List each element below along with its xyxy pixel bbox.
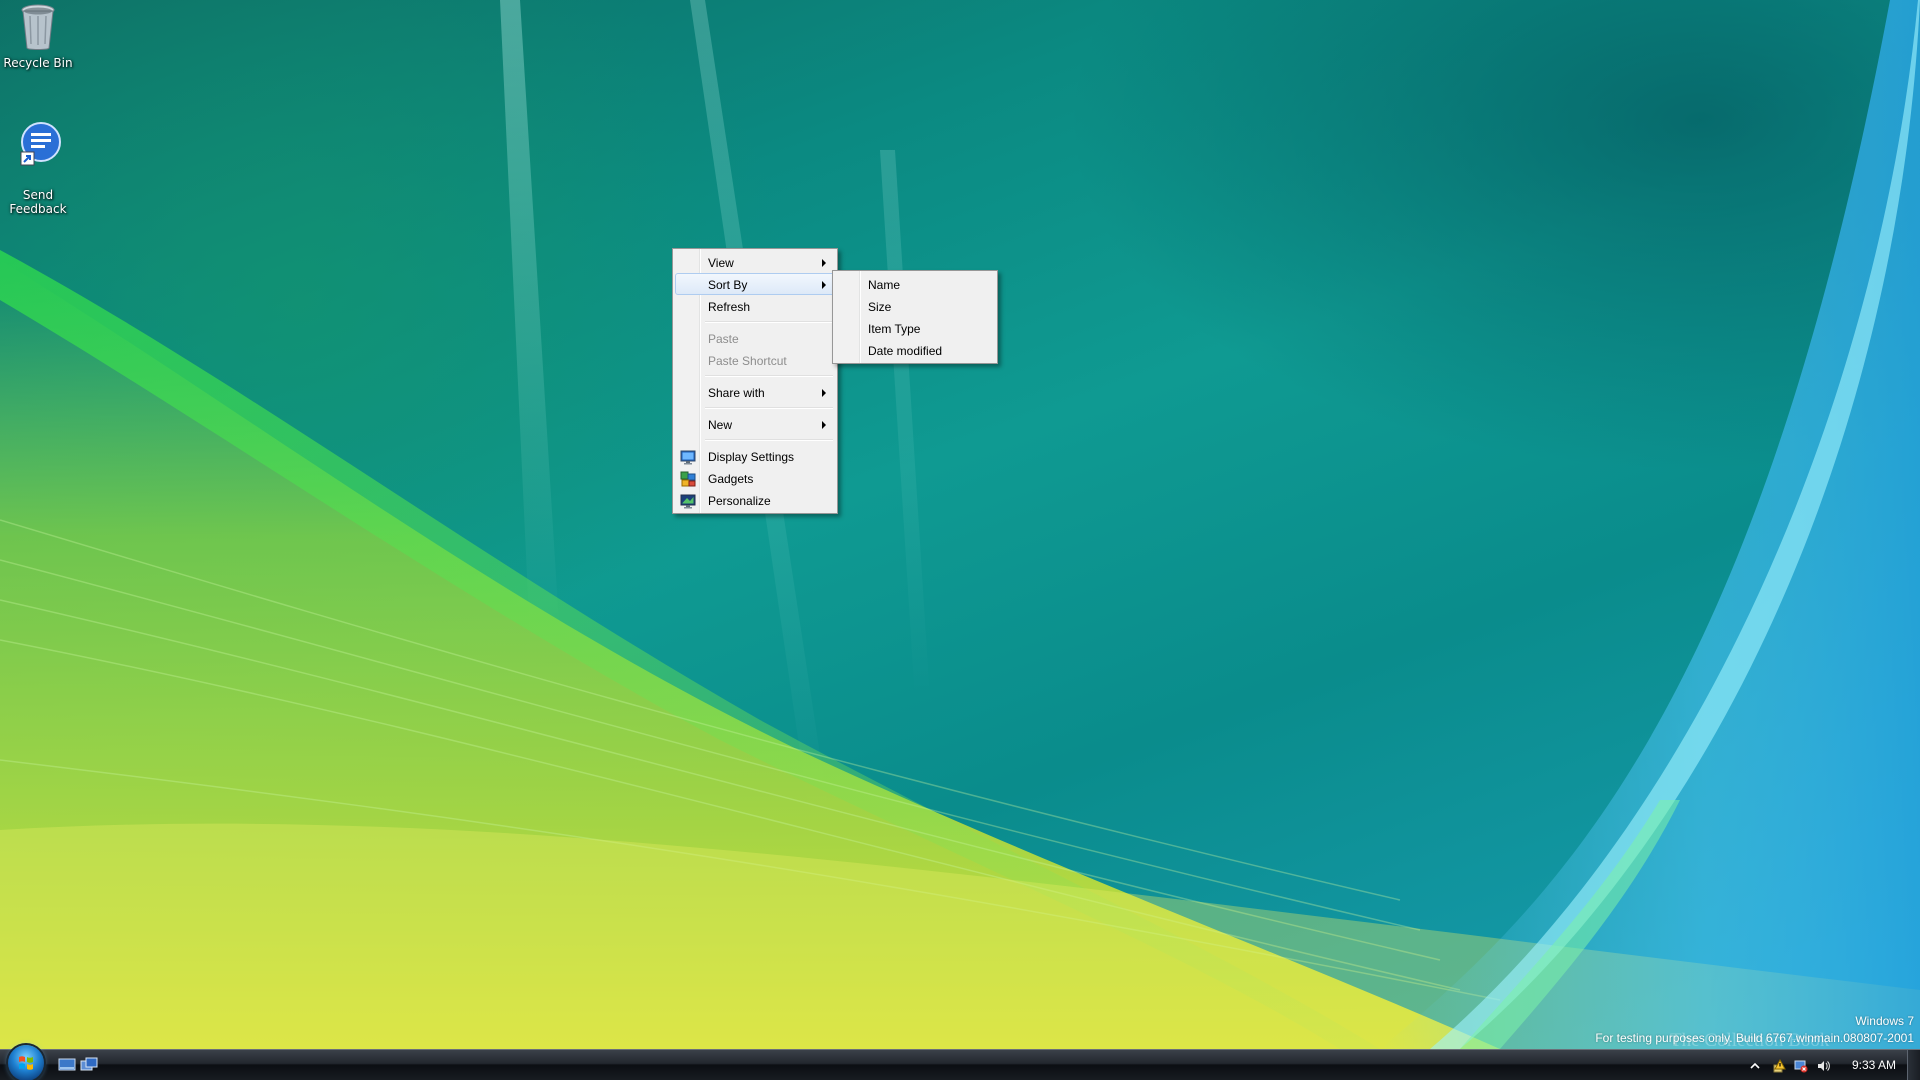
submenu-arrow-icon [822,389,826,397]
gadgets-icon [680,471,696,487]
menu-item-paste: Paste [675,327,835,349]
desktop-icon-label: Send Feedback [9,188,67,216]
sort-by-name[interactable]: Name [835,273,995,295]
sort-by-size[interactable]: Size [835,295,995,317]
sort-by-submenu: Name Size Item Type Date modified [832,270,998,364]
network-status-icon[interactable] [1794,1058,1808,1073]
sort-by-item-type[interactable]: Item Type [835,317,995,339]
taskbar[interactable] [0,1049,1920,1080]
menu-item-display-settings[interactable]: Display Settings [675,445,835,467]
menu-separator [705,407,833,409]
show-desktop-quicklaunch-icon[interactable] [58,1057,76,1073]
action-center-warning-icon[interactable] [1772,1058,1786,1073]
menu-separator [705,321,833,323]
tray-overflow-chevron-icon[interactable] [1748,1058,1762,1072]
submenu-arrow-icon [822,421,826,429]
volume-icon[interactable] [1816,1058,1830,1072]
send-feedback-icon [20,122,61,166]
start-button[interactable] [8,1045,44,1080]
desktop-context-menu: View Sort By Refresh Paste Paste Shortcu… [672,248,838,514]
menu-item-label: Share with [708,386,765,400]
menu-item-label: Personalize [708,494,771,508]
display-settings-icon [680,450,696,465]
menu-item-label: Name [868,278,901,292]
desktop-icon-recycle-bin[interactable]: Recycle Bin [0,2,76,70]
menu-item-label: Date modified [868,344,943,358]
menu-item-label: Paste Shortcut [708,354,787,368]
sort-by-date-modified[interactable]: Date modified [835,339,995,361]
taskbar-clock[interactable]: 9:33 AM [1852,1058,1896,1072]
menu-item-label: Refresh [708,300,751,314]
submenu-arrow-icon [822,259,826,267]
desktop[interactable]: Recycle Bin Send Feedback View Sort By R… [0,0,1920,1080]
show-desktop-button[interactable] [1907,1050,1920,1080]
menu-item-sort-by[interactable]: Sort By [675,273,835,295]
menu-item-refresh[interactable]: Refresh [675,295,835,317]
menu-item-personalize[interactable]: Personalize [675,489,835,511]
desktop-icon-send-feedback[interactable]: Send Feedback [0,108,76,216]
menu-item-label: Sort By [708,278,748,292]
menu-item-view[interactable]: View [675,251,835,273]
menu-item-paste-shortcut: Paste Shortcut [675,349,835,371]
menu-separator [705,375,833,377]
submenu-arrow-icon [822,281,826,289]
menu-item-label: New [708,418,733,432]
windows-logo-icon [19,1056,33,1070]
menu-item-gadgets[interactable]: Gadgets [675,467,835,489]
recycle-bin-icon [21,4,55,50]
menu-item-label: Display Settings [708,450,795,464]
menu-item-label: View [708,256,734,270]
menu-item-label: Item Type [868,322,921,336]
switch-windows-quicklaunch-icon[interactable] [80,1057,98,1073]
menu-separator [705,439,833,441]
menu-item-label: Gadgets [708,472,754,486]
desktop-icon-label: Recycle Bin [3,56,73,70]
menu-item-label: Paste [708,332,739,346]
menu-item-share-with[interactable]: Share with [675,381,835,403]
menu-item-label: Size [868,300,892,314]
watermark-os-name: Windows 7 [1855,1014,1914,1028]
menu-item-new[interactable]: New [675,413,835,435]
wallpaper [0,0,1920,1049]
personalize-icon [680,494,696,509]
